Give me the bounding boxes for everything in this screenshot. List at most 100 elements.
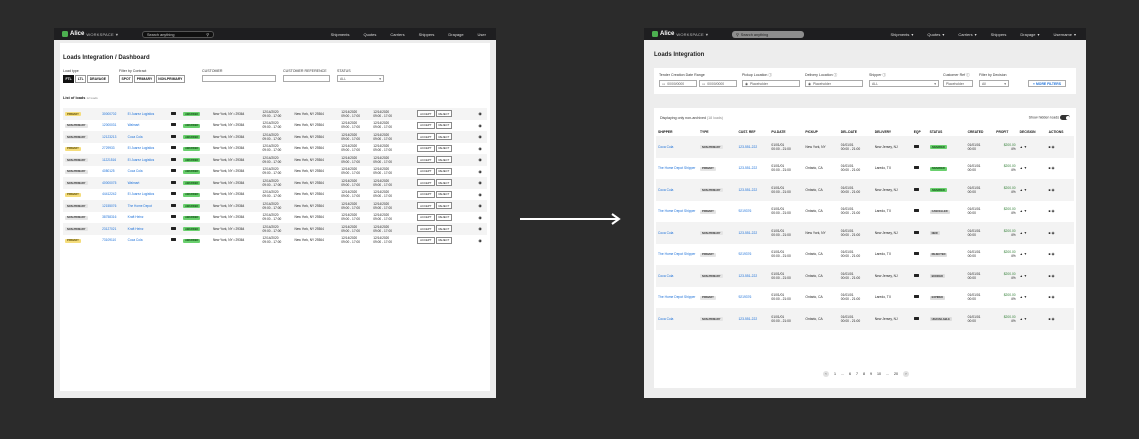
accept-button[interactable]: ACCEPT [417,121,435,129]
customer-ref-input[interactable]: Placeholder [943,80,973,87]
table-row[interactable]: NON-PRIMARY 12155076 The Home Depot AWARDED… [63,200,487,212]
nav-link-quotes[interactable]: Quotes [927,32,940,37]
load-id-link[interactable]: 38758316 [102,215,116,219]
table-row[interactable]: The Home Depot Shipper PRIMARY 9219376 01/0… [656,244,1074,266]
shipper-link[interactable]: The Home Depot Shipper [658,252,695,256]
eye-icon[interactable]: ◉ [478,157,482,162]
column-header[interactable]: PROFIT [994,128,1017,136]
thumbs-down-icon[interactable]: ▼ [1023,188,1027,192]
column-header[interactable]: DELIVERY [873,128,912,136]
shipper-select[interactable]: ALL ▾ [869,80,939,87]
page-1[interactable]: 1 [834,372,836,376]
table-row[interactable]: Coca Cola NON-PRIMARY 123-551-222 01/01/01 0… [656,308,1074,330]
cust-ref-link[interactable]: 123-551-222 [738,188,757,192]
customer-link[interactable]: Kraft Heinz [128,215,144,219]
reject-button[interactable]: REJECT [435,144,453,152]
reject-button[interactable]: REJECT [435,213,453,221]
shipper-link[interactable]: Coca Cola [658,231,673,235]
load-id-link[interactable]: 11221516 [102,158,116,162]
accept-button[interactable]: ACCEPT [417,190,435,198]
table-row[interactable]: NON-PRIMARY 4080125 Coca Cola AWARDED New Yo… [63,166,487,178]
load-id-link[interactable]: 12000031 [102,123,116,127]
column-header[interactable]: EQP [912,128,928,136]
table-row[interactable]: PRIMARY 30000702 El Juarez Logistics AWARDE… [63,108,487,120]
shipper-link[interactable]: Coca Cola [658,317,673,321]
nav-link-shipments[interactable]: Shipments [891,32,910,37]
customer-link[interactable]: Walmart [128,181,140,185]
table-row[interactable]: NON-PRIMARY 40000075 Walmart AWARDED New Yor… [63,177,487,189]
table-row[interactable]: Coca Cola NON-PRIMARY 123-551-222 01/01/01 0… [656,265,1074,287]
accept-button[interactable]: ACCEPT [417,202,435,210]
accept-button[interactable]: ACCEPT [417,167,435,175]
column-header[interactable]: ACTIONS [1047,128,1074,136]
reject-button[interactable]: REJECT [435,133,453,141]
page-9[interactable]: 9 [870,372,872,376]
accept-button[interactable]: ACCEPT [417,236,435,244]
table-row[interactable]: PRIMARY 73109110 Coca Cola AWARDED New York,… [63,235,487,247]
page-8[interactable]: 8 [863,372,865,376]
customer-link[interactable]: El Juarez Logistics [128,112,155,116]
eye-icon[interactable]: ◉ [478,146,482,151]
table-row[interactable]: NON-PRIMARY 23127021 Kraft Heinz AWARDED New… [63,223,487,235]
customer-link[interactable]: Walmart [128,123,140,127]
thumbs-down-icon[interactable]: ▼ [1023,252,1027,256]
table-row[interactable]: NON-PRIMARY 11221516 El Juarez Logistics AW… [63,154,487,166]
cust-ref-link[interactable]: 9219376 [738,295,751,299]
page-20[interactable]: 20 [894,372,898,376]
reject-button[interactable]: REJECT [435,236,453,244]
date-from-input[interactable]: ▭ 00/00/0000 [659,80,697,87]
eye-icon[interactable]: ◉ [1051,188,1054,192]
table-row[interactable]: NON-PRIMARY 38758316 Kraft Heinz AWARDED New… [63,212,487,224]
contract-primary[interactable]: PRIMARY [134,75,155,83]
table-row[interactable]: Coca Cola NON-PRIMARY 123-551-222 01/01/01 0… [656,179,1074,201]
thumbs-down-icon[interactable]: ▼ [1023,295,1027,299]
reject-button[interactable]: REJECT [435,190,453,198]
eye-icon[interactable]: ◉ [478,134,482,139]
accept-button[interactable]: ACCEPT [417,156,435,164]
table-row[interactable]: PRIMARY 2729933 El Juarez Logistics AWARDED… [63,143,487,155]
customer-link[interactable]: El Juarez Logistics [128,158,155,162]
cust-ref-link[interactable]: 9219376 [738,209,751,213]
shipper-link[interactable]: Coca Cola [658,274,673,278]
nav-link-shipments[interactable]: Shipments [331,32,350,37]
prev-page-button[interactable]: ‹ [823,371,829,377]
date-to-input[interactable]: ▭ 00/00/0000 [699,80,737,87]
eye-icon[interactable]: ◉ [1051,295,1054,299]
eye-icon[interactable]: ◉ [1051,209,1054,213]
eye-icon[interactable]: ◉ [478,123,482,128]
cust-ref-link[interactable]: 9219376 [738,252,751,256]
reject-button[interactable]: REJECT [435,225,453,233]
eye-icon[interactable]: ◉ [478,203,482,208]
load-id-link[interactable]: 73109110 [102,238,116,242]
load-id-link[interactable]: 30000702 [102,112,116,116]
load-id-link[interactable]: 12123213 [102,135,116,139]
load-type-ftl[interactable]: FTL [63,75,75,83]
delivery-input[interactable]: ◉ Placeholder [805,80,863,87]
customer-link[interactable]: Coca Cola [128,169,143,173]
column-header[interactable]: PU.DATE [769,128,803,136]
search-input[interactable]: Search anything ⚲ [142,31,214,38]
column-header[interactable]: CREATED [966,128,995,136]
table-row[interactable]: The Home Depot Shipper PRIMARY 9219376 01/0… [656,287,1074,309]
eye-icon[interactable]: ◉ [478,226,482,231]
eye-icon[interactable]: ◉ [1051,317,1054,321]
accept-button[interactable]: ACCEPT [417,213,435,221]
thumbs-down-icon[interactable]: ▼ [1023,317,1027,321]
column-header[interactable]: DECISION [1018,128,1047,136]
cust-ref-link[interactable]: 123-551-222 [738,231,757,235]
table-row[interactable]: NON-PRIMARY 12123213 Coca Cola AWARDED New Y… [63,131,487,143]
shipper-link[interactable]: The Home Depot Shipper [658,295,695,299]
next-page-button[interactable]: › [903,371,909,377]
load-id-link[interactable]: 23127021 [102,227,116,231]
thumbs-down-icon[interactable]: ▼ [1023,145,1027,149]
nav-link-username[interactable]: Username [1054,32,1072,37]
nav-link-carriers[interactable]: Carriers [958,32,972,37]
customer-link[interactable]: El Juarez Logistics [128,146,155,150]
accept-button[interactable]: ACCEPT [417,179,435,187]
column-header[interactable]: SHIPPER [656,128,698,136]
status-select[interactable]: ALL ▾ [337,75,384,82]
cust-ref-link[interactable]: 123-551-222 [738,317,757,321]
nav-link-drayage[interactable]: Drayage [1020,32,1035,37]
reject-button[interactable]: REJECT [435,110,453,118]
nav-link-shippers[interactable]: Shippers [419,32,435,37]
